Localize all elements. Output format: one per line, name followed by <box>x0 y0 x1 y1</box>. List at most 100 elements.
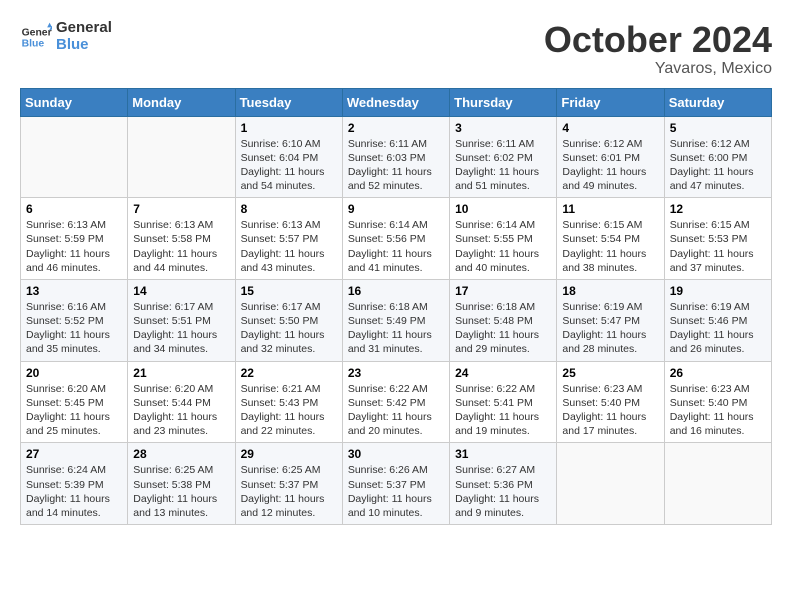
calendar-week-row: 27 Sunrise: 6:24 AM Sunset: 5:39 PM Dayli… <box>21 443 772 525</box>
calendar-week-row: 13 Sunrise: 6:16 AM Sunset: 5:52 PM Dayli… <box>21 279 772 361</box>
day-info: Sunrise: 6:20 AM Sunset: 5:44 PM Dayligh… <box>133 382 229 439</box>
calendar-cell: 17 Sunrise: 6:18 AM Sunset: 5:48 PM Dayli… <box>450 279 557 361</box>
calendar-cell: 26 Sunrise: 6:23 AM Sunset: 5:40 PM Dayli… <box>664 361 771 443</box>
day-info: Sunrise: 6:25 AM Sunset: 5:38 PM Dayligh… <box>133 463 229 520</box>
day-number: 9 <box>348 202 444 216</box>
weekday-header-wednesday: Wednesday <box>342 88 449 116</box>
day-info: Sunrise: 6:14 AM Sunset: 5:56 PM Dayligh… <box>348 218 444 275</box>
day-info: Sunrise: 6:18 AM Sunset: 5:48 PM Dayligh… <box>455 300 551 357</box>
calendar-table: SundayMondayTuesdayWednesdayThursdayFrid… <box>20 88 772 525</box>
calendar-cell: 2 Sunrise: 6:11 AM Sunset: 6:03 PM Daylig… <box>342 116 449 198</box>
day-info: Sunrise: 6:23 AM Sunset: 5:40 PM Dayligh… <box>562 382 658 439</box>
day-number: 21 <box>133 366 229 380</box>
day-number: 10 <box>455 202 551 216</box>
day-info: Sunrise: 6:26 AM Sunset: 5:37 PM Dayligh… <box>348 463 444 520</box>
calendar-cell: 18 Sunrise: 6:19 AM Sunset: 5:47 PM Dayli… <box>557 279 664 361</box>
calendar-cell: 15 Sunrise: 6:17 AM Sunset: 5:50 PM Dayli… <box>235 279 342 361</box>
calendar-cell: 3Sunrise: 6:11 AM Sunset: 6:02 PM Daylig… <box>450 116 557 198</box>
day-number: 5 <box>670 121 766 135</box>
day-info: Sunrise: 6:15 AM Sunset: 5:54 PM Dayligh… <box>562 218 658 275</box>
calendar-cell: 21 Sunrise: 6:20 AM Sunset: 5:44 PM Dayli… <box>128 361 235 443</box>
month-title: October 2024 <box>544 20 772 60</box>
calendar-cell: 1 Sunrise: 6:10 AM Sunset: 6:04 PM Daylig… <box>235 116 342 198</box>
calendar-header-row: SundayMondayTuesdayWednesdayThursdayFrid… <box>21 88 772 116</box>
day-number: 24 <box>455 366 551 380</box>
day-number: 8 <box>241 202 337 216</box>
calendar-cell: 10 Sunrise: 6:14 AM Sunset: 5:55 PM Dayli… <box>450 198 557 280</box>
calendar-cell: 31 Sunrise: 6:27 AM Sunset: 5:36 PM Dayli… <box>450 443 557 525</box>
weekday-header-monday: Monday <box>128 88 235 116</box>
day-info: Sunrise: 6:27 AM Sunset: 5:36 PM Dayligh… <box>455 463 551 520</box>
day-number: 11 <box>562 202 658 216</box>
calendar-cell: 25 Sunrise: 6:23 AM Sunset: 5:40 PM Dayli… <box>557 361 664 443</box>
logo-icon: General Blue <box>20 21 52 53</box>
calendar-cell <box>664 443 771 525</box>
day-number: 2 <box>348 121 444 135</box>
day-info: Sunrise: 6:13 AM Sunset: 5:57 PM Dayligh… <box>241 218 337 275</box>
day-number: 18 <box>562 284 658 298</box>
title-block: October 2024 Yavaros, Mexico <box>544 20 772 78</box>
calendar-cell: 23Sunrise: 6:22 AM Sunset: 5:42 PM Dayli… <box>342 361 449 443</box>
day-info: Sunrise: 6:13 AM Sunset: 5:58 PM Dayligh… <box>133 218 229 275</box>
day-info: Sunrise: 6:15 AM Sunset: 5:53 PM Dayligh… <box>670 218 766 275</box>
day-number: 12 <box>670 202 766 216</box>
day-info: Sunrise: 6:10 AM Sunset: 6:04 PM Dayligh… <box>241 137 337 194</box>
day-info: Sunrise: 6:11 AM Sunset: 6:03 PM Dayligh… <box>348 137 444 194</box>
day-number: 28 <box>133 447 229 461</box>
day-number: 6 <box>26 202 122 216</box>
day-number: 26 <box>670 366 766 380</box>
day-info: Sunrise: 6:20 AM Sunset: 5:45 PM Dayligh… <box>26 382 122 439</box>
day-info: Sunrise: 6:16 AM Sunset: 5:52 PM Dayligh… <box>26 300 122 357</box>
page-header: General Blue General Blue October 2024 Y… <box>20 20 772 78</box>
calendar-week-row: 20Sunrise: 6:20 AM Sunset: 5:45 PM Dayli… <box>21 361 772 443</box>
day-number: 17 <box>455 284 551 298</box>
day-number: 1 <box>241 121 337 135</box>
day-number: 7 <box>133 202 229 216</box>
calendar-cell <box>128 116 235 198</box>
calendar-cell: 9 Sunrise: 6:14 AM Sunset: 5:56 PM Daylig… <box>342 198 449 280</box>
day-info: Sunrise: 6:12 AM Sunset: 6:00 PM Dayligh… <box>670 137 766 194</box>
calendar-cell: 29Sunrise: 6:25 AM Sunset: 5:37 PM Dayli… <box>235 443 342 525</box>
calendar-week-row: 1 Sunrise: 6:10 AM Sunset: 6:04 PM Daylig… <box>21 116 772 198</box>
weekday-header-thursday: Thursday <box>450 88 557 116</box>
day-number: 30 <box>348 447 444 461</box>
day-info: Sunrise: 6:24 AM Sunset: 5:39 PM Dayligh… <box>26 463 122 520</box>
svg-text:Blue: Blue <box>22 38 45 49</box>
weekday-header-tuesday: Tuesday <box>235 88 342 116</box>
svg-text:General: General <box>22 27 52 38</box>
calendar-cell: 7 Sunrise: 6:13 AM Sunset: 5:58 PM Daylig… <box>128 198 235 280</box>
calendar-cell: 12 Sunrise: 6:15 AM Sunset: 5:53 PM Dayli… <box>664 198 771 280</box>
day-info: Sunrise: 6:14 AM Sunset: 5:55 PM Dayligh… <box>455 218 551 275</box>
location-title: Yavaros, Mexico <box>544 60 772 78</box>
calendar-cell: 8 Sunrise: 6:13 AM Sunset: 5:57 PM Daylig… <box>235 198 342 280</box>
day-info: Sunrise: 6:17 AM Sunset: 5:50 PM Dayligh… <box>241 300 337 357</box>
day-info: Sunrise: 6:19 AM Sunset: 5:47 PM Dayligh… <box>562 300 658 357</box>
weekday-header-friday: Friday <box>557 88 664 116</box>
day-number: 15 <box>241 284 337 298</box>
day-number: 14 <box>133 284 229 298</box>
day-number: 4 <box>562 121 658 135</box>
day-number: 27 <box>26 447 122 461</box>
calendar-cell <box>557 443 664 525</box>
calendar-cell: 24 Sunrise: 6:22 AM Sunset: 5:41 PM Dayli… <box>450 361 557 443</box>
day-number: 23 <box>348 366 444 380</box>
calendar-cell: 27 Sunrise: 6:24 AM Sunset: 5:39 PM Dayli… <box>21 443 128 525</box>
day-number: 31 <box>455 447 551 461</box>
calendar-cell: 28 Sunrise: 6:25 AM Sunset: 5:38 PM Dayli… <box>128 443 235 525</box>
calendar-cell: 16Sunrise: 6:18 AM Sunset: 5:49 PM Dayli… <box>342 279 449 361</box>
calendar-cell: 14 Sunrise: 6:17 AM Sunset: 5:51 PM Dayli… <box>128 279 235 361</box>
day-number: 25 <box>562 366 658 380</box>
day-number: 13 <box>26 284 122 298</box>
calendar-cell: 6 Sunrise: 6:13 AM Sunset: 5:59 PM Daylig… <box>21 198 128 280</box>
day-number: 16 <box>348 284 444 298</box>
calendar-cell: 13 Sunrise: 6:16 AM Sunset: 5:52 PM Dayli… <box>21 279 128 361</box>
day-info: Sunrise: 6:17 AM Sunset: 5:51 PM Dayligh… <box>133 300 229 357</box>
day-info: Sunrise: 6:21 AM Sunset: 5:43 PM Dayligh… <box>241 382 337 439</box>
calendar-cell: 11 Sunrise: 6:15 AM Sunset: 5:54 PM Dayli… <box>557 198 664 280</box>
calendar-cell: 19Sunrise: 6:19 AM Sunset: 5:46 PM Dayli… <box>664 279 771 361</box>
calendar-cell: 4Sunrise: 6:12 AM Sunset: 6:01 PM Daylig… <box>557 116 664 198</box>
day-info: Sunrise: 6:13 AM Sunset: 5:59 PM Dayligh… <box>26 218 122 275</box>
day-number: 29 <box>241 447 337 461</box>
day-info: Sunrise: 6:23 AM Sunset: 5:40 PM Dayligh… <box>670 382 766 439</box>
day-info: Sunrise: 6:22 AM Sunset: 5:41 PM Dayligh… <box>455 382 551 439</box>
